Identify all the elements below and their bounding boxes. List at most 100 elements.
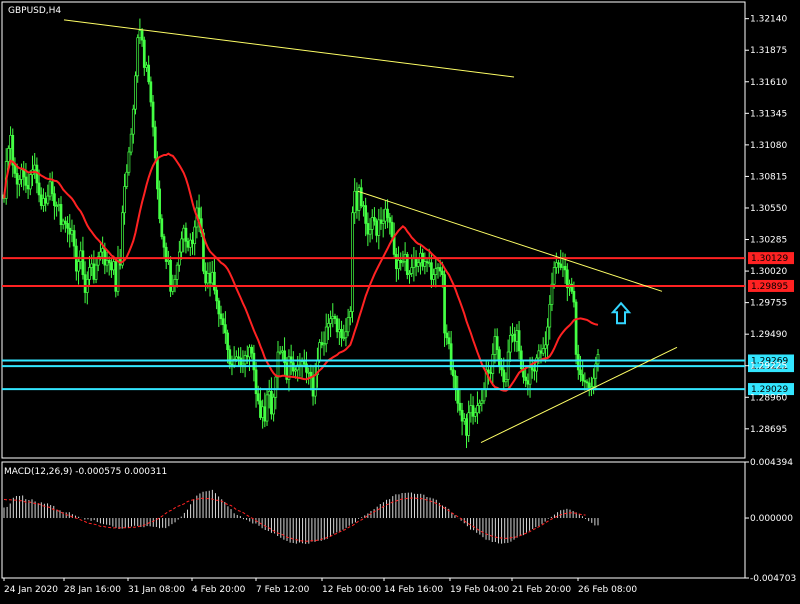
candle-body [401,261,405,264]
price-tick-label: 1.28695 [750,425,787,435]
candle-body [188,239,192,248]
time-tick-label: 21 Feb 20:00 [512,585,571,595]
candle-body [344,331,348,339]
candle-body [42,198,45,206]
price-tick-label: 1.29490 [750,330,787,340]
candle-body [552,267,556,285]
candle-body [88,267,91,280]
candle-body [495,336,499,351]
price-tick-label: 1.32140 [750,15,787,25]
candle-body [64,220,67,224]
candle-body [274,376,278,398]
candle-body [228,349,232,365]
candle-body [33,164,37,171]
candle-body [248,346,251,358]
candle-body [53,193,56,206]
chart-svg: 1.301291.298951.292221.292691.29029 1.32… [0,0,800,600]
candle-body [425,261,429,264]
candle-body [579,369,582,376]
candle-body [502,369,506,383]
candle-body [20,169,23,180]
candle-body [81,250,85,275]
candle-body [416,262,420,267]
candle-body [498,349,501,367]
candle-body [397,260,400,270]
candle-body [471,405,475,417]
candle-body [191,239,194,245]
candle-body [252,352,256,371]
candle-body [410,267,414,274]
candle-body [175,264,179,280]
candle-body [487,369,490,373]
candle-body [224,324,227,334]
candle-body [221,318,225,326]
candle-body [153,126,157,159]
candle-body [504,379,508,383]
candle-body [300,361,304,366]
candle-body [180,238,183,253]
candle-body [145,64,148,68]
candle-body [250,346,254,354]
candle-body [142,39,146,68]
candle-body [259,400,262,418]
candle-body [112,261,115,271]
candle-body [127,151,131,173]
candle-body [394,254,398,270]
candle-body [254,369,258,395]
candle-body [386,208,389,218]
candle-body [359,187,363,206]
candle-body [508,335,512,353]
time-tick-label: 14 Feb 16:00 [384,585,443,595]
candle-body [173,279,177,286]
candle-body [237,356,240,359]
price-tick-label: 1.30285 [750,236,787,246]
candle-body [281,350,284,353]
price-tick-label: 1.29225 [750,362,787,372]
candle-body [164,246,168,262]
candle-body [9,134,12,149]
candle-body [447,337,451,345]
candle-body [590,386,593,389]
candle-body [489,371,492,374]
candle-body [364,205,368,224]
candle-body [381,220,385,224]
candle-body [151,101,155,128]
candle-body [348,311,352,318]
candle-body [204,270,208,284]
macd-tick-label: 0.000000 [750,514,793,524]
candle-body [68,227,72,235]
candle-body [270,390,273,415]
candle-body [265,394,269,422]
candle-body [491,354,495,374]
candle-body [162,236,166,248]
candle-body [245,355,249,358]
candle-body [70,230,74,235]
candle-body [370,217,374,230]
candle-body [469,405,473,414]
candle-body [539,350,543,354]
candle-body [338,329,341,333]
candle-body [546,326,549,346]
candle-body [421,252,424,267]
candle-body [322,343,326,346]
candle-body [256,393,260,402]
candle-body [167,260,170,262]
candle-body [197,207,201,220]
candle-body [125,171,129,187]
candle-body [563,265,567,271]
candle-body [134,75,137,110]
candle-body [267,390,271,396]
candle-body [462,418,466,422]
candle-body [559,263,563,268]
candle-body [478,402,481,406]
price-tick-label: 1.30815 [750,172,787,182]
candle-body [206,273,210,284]
candle-body [136,37,140,77]
candle-body [445,332,449,339]
candle-body [544,344,547,349]
candle-body [90,263,94,268]
candle-body [55,205,58,207]
candle-body [103,248,107,266]
candle-body [574,301,578,355]
candle-body [384,208,387,222]
